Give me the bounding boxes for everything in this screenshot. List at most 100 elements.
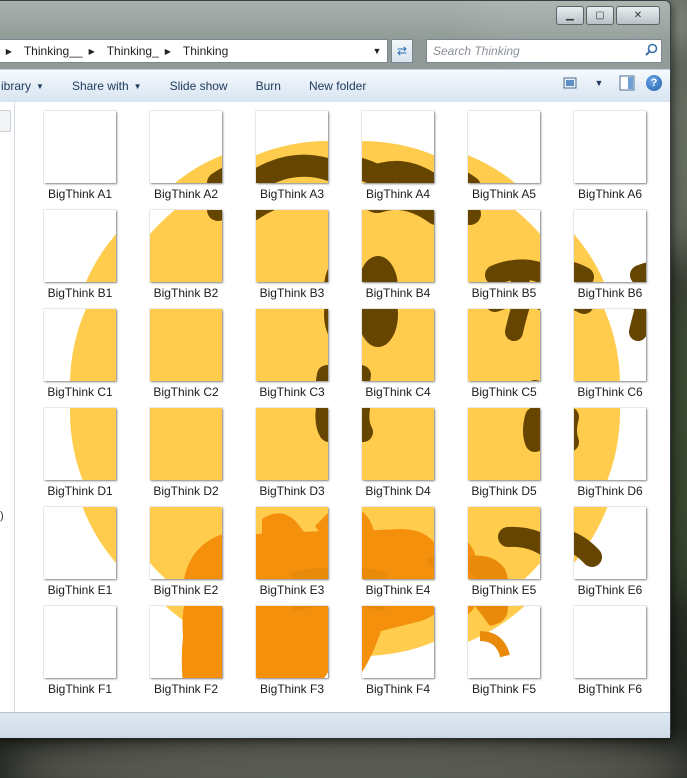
emoji-fragment-image	[70, 309, 116, 381]
file-tile[interactable]: BigThink A5	[454, 109, 554, 205]
file-thumbnail	[362, 111, 434, 183]
file-name-label: BigThink A5	[471, 187, 537, 201]
file-tile[interactable]: BigThink A3	[242, 109, 342, 205]
file-tile[interactable]: BigThink B4	[348, 208, 448, 304]
file-tile[interactable]: BigThink F1	[30, 604, 130, 700]
file-tile[interactable]: BigThink A1	[30, 109, 130, 205]
new-folder-button[interactable]: New folder	[295, 79, 380, 93]
command-bar: ibrary ▼ Share with ▼ Slide show Burn New …	[0, 69, 670, 103]
file-tile[interactable]: BigThink D3	[242, 406, 342, 502]
file-tile[interactable]: BigThink F5	[454, 604, 554, 700]
chevron-right-icon[interactable]: ▶	[165, 47, 171, 56]
file-name-label: BigThink D5	[471, 484, 537, 498]
emoji-fragment-image	[82, 507, 116, 563]
file-tile[interactable]: BigThink B2	[136, 208, 236, 304]
navigation-scroll-stub[interactable]	[0, 110, 11, 132]
address-row: _ ▶ Thinking__ ▶ Thinking_ ▶ Thinking ▼ …	[0, 39, 670, 63]
file-tile[interactable]: BigThink B5	[454, 208, 554, 304]
view-options-dropdown-icon[interactable]: ▼	[590, 74, 608, 92]
file-tile[interactable]: BigThink D2	[136, 406, 236, 502]
file-name-label: BigThink B2	[153, 286, 219, 300]
emoji-fragment-image	[256, 507, 328, 579]
burn-button[interactable]: Burn	[242, 79, 295, 93]
chevron-right-icon[interactable]: ▶	[89, 47, 95, 56]
file-tile[interactable]: BigThink B6	[560, 208, 660, 304]
file-thumbnail	[256, 111, 328, 183]
emoji-fragment-image	[256, 606, 328, 678]
share-with-button[interactable]: Share with ▼	[58, 79, 156, 93]
file-tile[interactable]: BigThink F2	[136, 604, 236, 700]
file-tile[interactable]: BigThink A4	[348, 109, 448, 205]
file-thumbnail	[150, 408, 222, 480]
file-tile[interactable]: BigThink E5	[454, 505, 554, 601]
address-bar[interactable]: _ ▶ Thinking__ ▶ Thinking_ ▶ Thinking	[0, 39, 378, 63]
file-name-label: BigThink E3	[259, 583, 325, 597]
breadcrumb-thinking-2[interactable]: Thinking__ ▶	[24, 44, 107, 58]
breadcrumb-thinking[interactable]: Thinking	[183, 44, 234, 58]
emoji-fragment-image	[256, 408, 328, 480]
file-tile[interactable]: BigThink B1	[30, 208, 130, 304]
file-tile[interactable]: BigThink D4	[348, 406, 448, 502]
refresh-icon[interactable]: ⇄	[391, 39, 413, 63]
search-input[interactable]: Search Thinking	[426, 39, 662, 63]
file-tile[interactable]: BigThink C3	[242, 307, 342, 403]
file-thumbnail	[150, 111, 222, 183]
file-tile[interactable]: BigThink F4	[348, 604, 448, 700]
file-tile[interactable]: BigThink E3	[242, 505, 342, 601]
file-tile[interactable]: BigThink C6	[560, 307, 660, 403]
file-name-label: BigThink F6	[577, 682, 643, 696]
file-name-label: BigThink C4	[365, 385, 431, 399]
file-thumbnail	[44, 111, 116, 183]
emoji-fragment-image	[256, 141, 328, 183]
file-tile[interactable]: BigThink C4	[348, 307, 448, 403]
file-thumbnail	[468, 111, 540, 183]
file-tile[interactable]: BigThink A2	[136, 109, 236, 205]
emoji-fragment-image	[574, 507, 608, 567]
file-tile[interactable]: BigThink C5	[454, 307, 554, 403]
include-in-library-button[interactable]: ibrary ▼	[0, 79, 58, 93]
search-icon[interactable]	[641, 43, 661, 59]
file-tile[interactable]: BigThink A6	[560, 109, 660, 205]
chevron-right-icon[interactable]: ▶	[6, 47, 12, 56]
file-thumbnail	[362, 507, 434, 579]
breadcrumb-label: Thinking__	[23, 44, 83, 58]
breadcrumb-thinking-1[interactable]: Thinking_ ▶	[107, 44, 183, 58]
file-thumbnail	[362, 408, 434, 480]
toolbar-label: Burn	[255, 79, 281, 93]
file-tile[interactable]: BigThink D6	[560, 406, 660, 502]
change-view-icon[interactable]	[562, 74, 580, 92]
file-tile[interactable]: BigThink E2	[136, 505, 236, 601]
emoji-fragment-image	[574, 234, 646, 282]
file-tile[interactable]: BigThink B3	[242, 208, 342, 304]
file-tile[interactable]: BigThink D5	[454, 406, 554, 502]
file-tile[interactable]: BigThink C1	[30, 307, 130, 403]
file-name-label: BigThink B5	[471, 286, 537, 300]
file-name-label: BigThink A3	[259, 187, 325, 201]
preview-pane-icon[interactable]	[618, 74, 636, 92]
minimize-button[interactable]: ▁	[556, 6, 584, 25]
emoji-fragment-image	[174, 155, 222, 183]
breadcrumb-fragment[interactable]: _ ▶	[0, 44, 24, 58]
file-tile[interactable]: BigThink E1	[30, 505, 130, 601]
close-button[interactable]: ✕	[616, 6, 660, 25]
breadcrumb-label: Thinking_	[106, 44, 159, 58]
file-thumbnail	[468, 210, 540, 282]
navigation-pane: )	[0, 102, 15, 712]
file-tile[interactable]: BigThink E6	[560, 505, 660, 601]
slide-show-button[interactable]: Slide show	[156, 79, 242, 93]
file-tile[interactable]: BigThink F3	[242, 604, 342, 700]
file-name-label: BigThink F1	[47, 682, 113, 696]
address-history-dropdown[interactable]: ▼	[367, 39, 388, 63]
file-name-label: BigThink A6	[577, 187, 643, 201]
toolbar-label: Share with	[71, 79, 129, 93]
emoji-fragment-image	[150, 309, 222, 381]
maximize-button[interactable]: ▢	[586, 6, 614, 25]
file-tile[interactable]: BigThink D1	[30, 406, 130, 502]
file-tile[interactable]: BigThink F6	[560, 604, 660, 700]
help-icon[interactable]: ?	[646, 75, 662, 91]
emoji-fragment-image	[362, 210, 434, 282]
file-tile[interactable]: BigThink C2	[136, 307, 236, 403]
file-thumbnail	[44, 507, 116, 579]
file-tile[interactable]: BigThink E4	[348, 505, 448, 601]
emoji-fragment-image	[362, 309, 434, 381]
